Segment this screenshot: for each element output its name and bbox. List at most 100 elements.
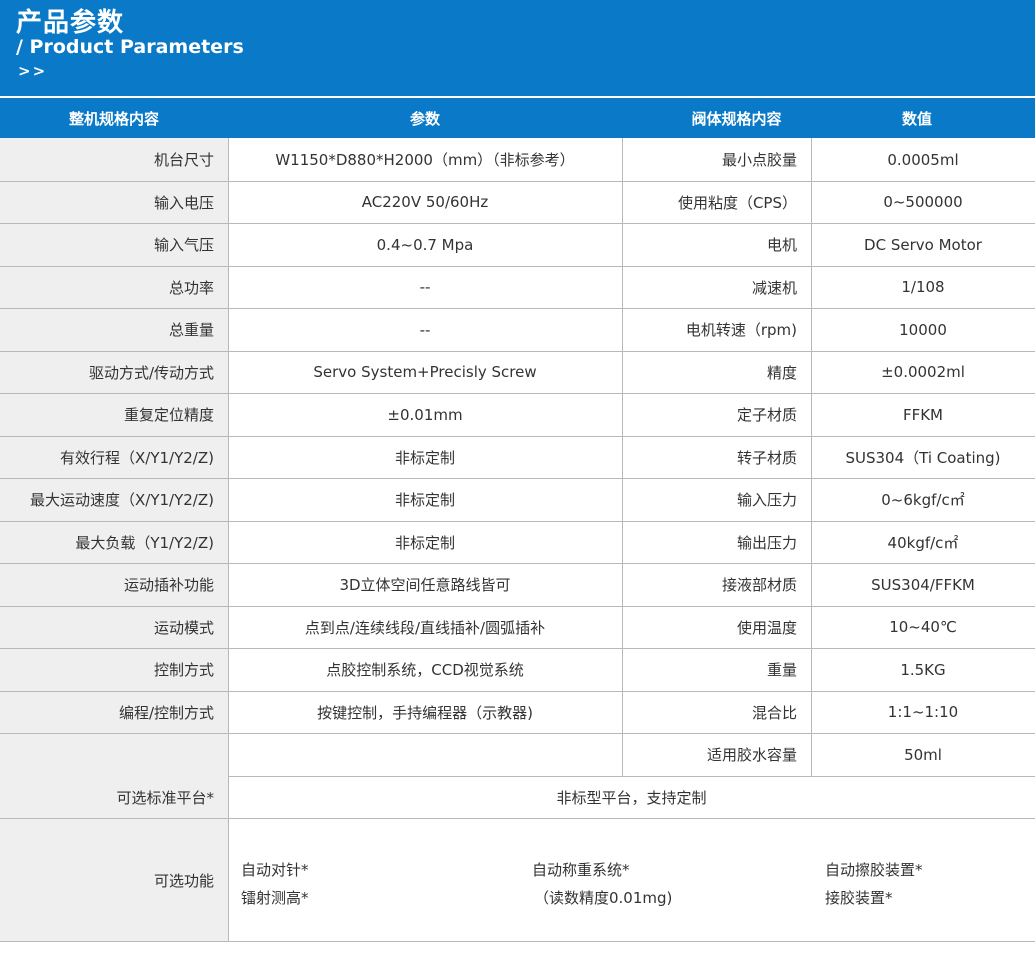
valve-label: 输入压力	[622, 478, 811, 521]
col-header-spec: 整机规格内容	[0, 98, 228, 138]
spec-value-text: W1150*D880*H2000（mm）（非标参考）	[275, 151, 575, 169]
valve-label-text: 混合比	[751, 703, 797, 722]
functions-label-text: 可选功能	[153, 871, 214, 890]
valve-value-text: 0~6kgf/c㎡	[881, 491, 965, 509]
valve-label: 定子材质	[622, 393, 811, 436]
valve-label: 电机	[622, 223, 811, 266]
valve-value: FFKM	[811, 393, 1035, 436]
row-divider	[0, 223, 1035, 224]
spec-value-text: 0.4~0.7 Mpa	[376, 235, 474, 254]
valve-value-text: 10~40℃	[889, 618, 957, 636]
valve-value: SUS304（Ti Coating)	[811, 436, 1035, 478]
valve-label: 转子材质	[622, 436, 811, 478]
valve-value-text: DC Servo Motor	[864, 235, 982, 254]
valve-value: 40kgf/c㎡	[811, 521, 1035, 563]
valve-label: 减速机	[622, 266, 811, 308]
valve-label-text: 转子材质	[736, 448, 797, 467]
spec-value: Servo System+Precisly Screw	[228, 351, 622, 393]
row-divider	[0, 648, 1035, 649]
spec-value-text: 非标定制	[394, 491, 455, 509]
valve-value-text: FFKM	[902, 405, 944, 424]
row-divider	[0, 691, 1035, 692]
function-option: 镭射测高*	[241, 889, 309, 907]
row-divider	[0, 351, 1035, 352]
spec-value: --	[228, 308, 622, 351]
spec-label-text: 有效行程（X/Y1/Y2/Z)	[60, 448, 214, 467]
spec-value: 按键控制，手持编程器（示教器)	[228, 691, 622, 733]
spec-label: 重复定位精度	[0, 393, 228, 436]
function-option: （读数精度0.01mg)	[534, 889, 673, 907]
spec-label-text: 控制方式	[153, 661, 214, 679]
col-header-spec-text: 整机规格内容	[68, 109, 159, 128]
column-divider	[228, 776, 229, 818]
spec-value-text: --	[419, 278, 431, 296]
double-arrow-icon: >>	[18, 62, 48, 80]
valve-value-text: 0~500000	[883, 193, 963, 211]
valve-value-text: 1/108	[901, 278, 945, 296]
function-option: 自动擦胶装置*	[825, 861, 923, 879]
spec-label-text: 输入电压	[153, 193, 214, 212]
spec-value: ±0.01mm	[228, 393, 622, 436]
valve-label-text: 接液部材质	[721, 576, 797, 594]
valve-value-text: 0.0005ml	[887, 150, 959, 169]
valve-label-text: 定子材质	[736, 406, 797, 424]
spec-value-text: --	[419, 320, 431, 339]
valve-value: 1.5KG	[811, 648, 1035, 691]
row-divider	[0, 733, 1035, 734]
spec-value: 3D立体空间任意路线皆可	[228, 563, 622, 606]
spec-label: 最大运动速度（X/Y1/Y2/Z)	[0, 478, 228, 521]
spec-label: 运动插补功能	[0, 563, 228, 606]
spec-value: 0.4~0.7 Mpa	[228, 223, 622, 266]
spec-label: 控制方式	[0, 648, 228, 691]
valve-label: 电机转速（rpm)	[622, 308, 811, 351]
spec-value-text: 非标定制	[394, 448, 455, 467]
spec-label-text: 输入气压	[153, 236, 214, 254]
spec-label: 总重量	[0, 308, 228, 351]
page-title: 产品参数	[16, 8, 125, 38]
spec-value-text: 按键控制，手持编程器（示教器)	[317, 703, 533, 722]
spec-value-text: AC220V 50/60Hz	[361, 193, 489, 211]
spec-value-text: 点胶控制系统，CCD视觉系统	[326, 661, 524, 679]
valve-label-text: 减速机	[751, 278, 797, 297]
valve-label: 使用温度	[622, 606, 811, 648]
valve-label-text: 电机	[766, 236, 797, 254]
valve-label-text: 使用粘度（CPS）	[677, 193, 797, 212]
spec-label: 最大负载（Y1/Y2/Z)	[0, 521, 228, 563]
valve-label-text: 精度	[766, 363, 797, 382]
platform-value: 非标型平台，支持定制	[228, 776, 1035, 818]
valve-label-text: 输入压力	[736, 491, 797, 509]
spec-label: 机台尺寸	[0, 138, 228, 181]
valve-label: 精度	[622, 351, 811, 393]
valve-value: 0.0005ml	[811, 138, 1035, 181]
spec-label-text: 总功率	[168, 278, 214, 297]
valve-value-text: ±0.0002ml	[881, 363, 965, 381]
column-divider	[228, 138, 229, 776]
valve-value-text: SUS304（Ti Coating)	[845, 448, 1001, 467]
col-header-value: 数值	[811, 98, 1035, 138]
column-divider	[811, 138, 812, 776]
spec-label-text: 驱动方式/传动方式	[88, 363, 214, 382]
spec-value: 非标定制	[228, 521, 622, 563]
valve-label-text: 最小点胶量	[721, 151, 797, 169]
row-divider	[0, 478, 1035, 479]
valve-label: 最小点胶量	[622, 138, 811, 181]
spec-label-text: 最大运动速度（X/Y1/Y2/Z)	[30, 491, 214, 509]
header-banner: 产品参数 / Product Parameters >>	[0, 0, 1035, 96]
spec-value: 点到点/连续线段/直线插补/圆弧插补	[228, 606, 622, 648]
spec-value	[228, 733, 622, 776]
platform-label: 可选标准平台*	[0, 776, 228, 818]
function-option: 接胶装置*	[825, 889, 893, 907]
col-header-value-text: 数值	[901, 110, 932, 128]
functions-label: 可选功能	[0, 819, 228, 941]
spec-value: 非标定制	[228, 436, 622, 478]
valve-value-text: 10000	[899, 320, 947, 339]
valve-label-text: 电机转速（rpm)	[685, 321, 797, 339]
valve-value: 1/108	[811, 266, 1035, 308]
valve-value: 10000	[811, 308, 1035, 351]
valve-value-text: 1.5KG	[900, 660, 946, 679]
spec-value: 点胶控制系统，CCD视觉系统	[228, 648, 622, 691]
valve-value-text: SUS304/FFKM	[871, 575, 975, 594]
col-header-param: 参数	[228, 98, 622, 138]
valve-label-text: 使用温度	[736, 618, 797, 637]
valve-label: 重量	[622, 648, 811, 691]
